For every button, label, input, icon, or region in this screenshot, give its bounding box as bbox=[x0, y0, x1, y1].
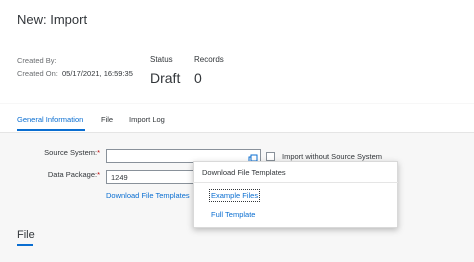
full-template-link[interactable]: Full Template bbox=[211, 210, 255, 219]
section-title-file: File bbox=[17, 229, 35, 241]
records-label: Records bbox=[194, 55, 224, 64]
data-package-input[interactable]: 1249 bbox=[106, 170, 196, 184]
status-value: Draft bbox=[150, 70, 181, 86]
required-marker: * bbox=[97, 148, 100, 157]
popover-title: Download File Templates bbox=[202, 168, 286, 177]
required-marker: * bbox=[97, 170, 100, 179]
page-title: New: Import bbox=[17, 12, 88, 27]
tab-import-log[interactable]: Import Log bbox=[129, 115, 165, 124]
source-system-label: Source System:* bbox=[44, 148, 100, 157]
tab-file[interactable]: File bbox=[101, 115, 113, 124]
created-on-value: 05/17/2021, 16:59:35 bbox=[62, 69, 133, 78]
tab-selected-indicator bbox=[17, 129, 85, 131]
status-label: Status bbox=[150, 55, 173, 64]
created-by-label: Created By: bbox=[17, 56, 57, 65]
popover-divider bbox=[193, 182, 398, 183]
import-without-source-label: Import without Source System bbox=[282, 152, 383, 161]
created-on-label: Created On: bbox=[17, 69, 58, 78]
example-files-link[interactable]: Example Files bbox=[208, 189, 261, 202]
section-underline bbox=[17, 244, 33, 246]
download-file-templates-link[interactable]: Download File Templates bbox=[106, 191, 190, 200]
data-package-label: Data Package:* bbox=[47, 170, 100, 179]
tab-general-information[interactable]: General Information bbox=[17, 115, 83, 124]
value-help-icon[interactable] bbox=[248, 151, 258, 164]
import-without-source-checkbox[interactable] bbox=[266, 152, 275, 161]
records-value: 0 bbox=[194, 70, 202, 86]
